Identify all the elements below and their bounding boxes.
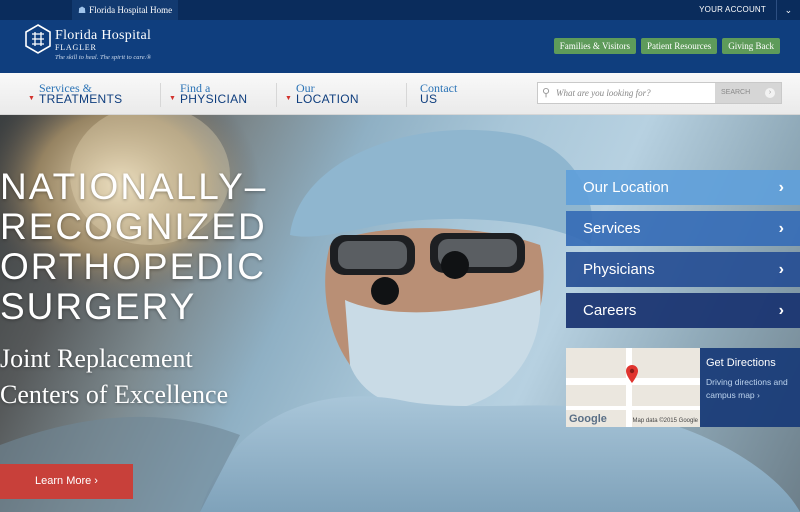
chevron-right-icon: › (778, 261, 784, 278)
map-pin-icon (626, 365, 638, 383)
utility-bar: ☗ Florida Hospital Home YOUR ACCOUNT ⌄ (0, 0, 800, 20)
get-directions-widget: Google Map data ©2015 Google Get Directi… (566, 348, 800, 427)
site-search: ⚲ SEARCH › (537, 82, 782, 104)
search-button[interactable]: SEARCH › (715, 83, 781, 103)
house-icon: ☗ (78, 5, 87, 15)
directions-description[interactable]: Driving directions and campus map › (706, 376, 798, 402)
nav-label-line2: TREATMENTS (39, 92, 123, 106)
quick-link-careers[interactable]: Careers › (566, 293, 800, 328)
site-logo[interactable]: Florida Hospital FLAGLER The skill to he… (25, 24, 225, 68)
directions-panel[interactable]: Get Directions Driving directions and ca… (700, 348, 800, 427)
hero-title: NATIONALLY–RECOGNIZED ORTHOPEDIC SURGERY (0, 166, 268, 327)
hero-banner: NATIONALLY–RECOGNIZED ORTHOPEDIC SURGERY… (0, 115, 800, 512)
directions-title: Get Directions (706, 357, 776, 369)
caret-down-icon: ▼ (285, 95, 292, 102)
account-label: YOUR ACCOUNT (699, 5, 766, 14)
arrow-right-icon: › (765, 88, 775, 98)
patient-resources-button[interactable]: Patient Resources (641, 38, 718, 54)
logo-tagline: The skill to heal. The spirit to care.® (55, 54, 152, 61)
learn-more-button[interactable]: Learn More › (0, 464, 133, 499)
quick-link-label: Services (583, 220, 641, 237)
map-road (626, 348, 632, 427)
search-input[interactable] (556, 85, 706, 101)
main-nav: ▼ Services & TREATMENTS ▼ Find a PHYSICI… (0, 73, 800, 115)
families-visitors-button[interactable]: Families & Visitors (553, 38, 636, 54)
header-buttons: Families & Visitors Patient Resources Gi… (553, 38, 780, 54)
nav-label-line2: LOCATION (296, 92, 359, 106)
logo-name: Florida Hospital (55, 28, 152, 43)
quick-links: Our Location › Services › Physicians › C… (566, 170, 800, 334)
nav-divider (406, 83, 407, 107)
chevron-right-icon: › (778, 179, 784, 196)
google-logo: Google (569, 413, 607, 425)
nav-label-line2: PHYSICIAN (180, 92, 248, 106)
nav-divider (160, 83, 161, 107)
quick-link-label: Physicians (583, 261, 655, 278)
nav-label-line2: US (420, 92, 438, 106)
giving-back-button[interactable]: Giving Back (722, 38, 780, 54)
quick-link-label: Our Location (583, 179, 669, 196)
florida-hospital-home-link[interactable]: ☗ Florida Hospital Home (72, 0, 179, 20)
location-map[interactable]: Google Map data ©2015 Google (566, 348, 700, 427)
hero-subtitle: Joint Replacement Centers of Excellence (0, 344, 229, 409)
map-road (566, 406, 700, 410)
home-link-label: Florida Hospital Home (89, 5, 173, 15)
caret-down-icon: ▼ (28, 95, 35, 102)
search-icon: ⚲ (542, 87, 551, 99)
quick-link-our-location[interactable]: Our Location › (566, 170, 800, 205)
search-button-label: SEARCH (721, 89, 751, 96)
site-header: Florida Hospital FLAGLER The skill to he… (0, 20, 800, 73)
nav-divider (276, 83, 277, 107)
logo-mark-icon (25, 24, 51, 54)
chevron-right-icon: › (778, 302, 784, 319)
chevron-down-icon[interactable]: ⌄ (776, 0, 800, 20)
quick-link-physicians[interactable]: Physicians › (566, 252, 800, 287)
caret-down-icon: ▼ (169, 95, 176, 102)
account-menu[interactable]: YOUR ACCOUNT ⌄ (699, 0, 800, 20)
map-credit: Map data ©2015 Google (632, 418, 698, 424)
quick-link-services[interactable]: Services › (566, 211, 800, 246)
logo-subtitle: FLAGLER (55, 43, 97, 52)
chevron-right-icon: › (778, 220, 784, 237)
quick-link-label: Careers (583, 302, 637, 319)
